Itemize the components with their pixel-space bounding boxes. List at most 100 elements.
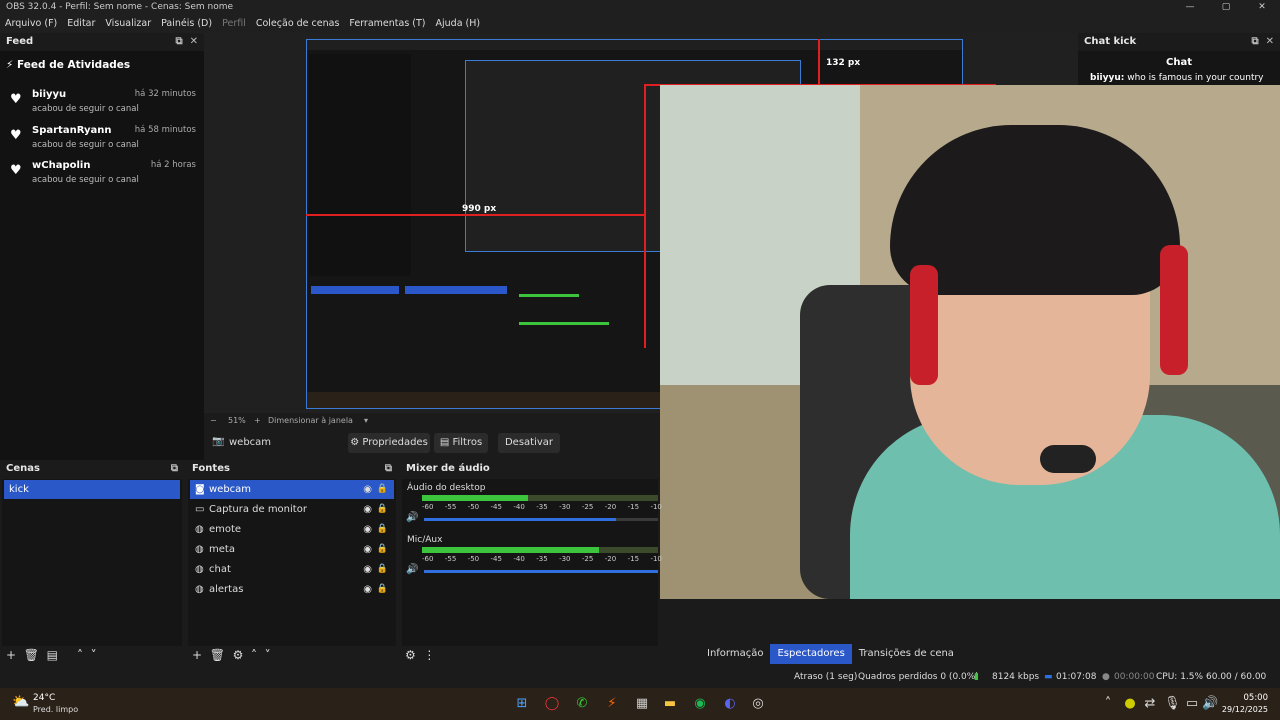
properties-button[interactable]: ⚙ Propriedades (348, 433, 430, 453)
chat-text: who is famous in your country (1127, 73, 1264, 83)
settings-icon[interactable]: ⚙ (405, 648, 416, 662)
maximize-button[interactable]: ▢ (1208, 0, 1244, 15)
close-button[interactable]: ✕ (1244, 0, 1280, 15)
tray-icon[interactable]: ● (1122, 696, 1138, 712)
start-icon[interactable]: ⊞ (514, 696, 530, 712)
menu-help[interactable]: Ajuda (H) (431, 15, 486, 33)
add-icon[interactable]: + (6, 648, 16, 662)
filter-icon[interactable]: ▤ (47, 648, 58, 662)
scenes-toolbar: + 🗑 ▤ ˄ ˅ (6, 648, 97, 664)
menu-view[interactable]: Visualizar (100, 15, 156, 33)
chevron-down-icon[interactable]: ˅ (265, 648, 271, 662)
meter-tick-label: -40 (513, 503, 525, 511)
lock-icon[interactable]: 🔒 (377, 480, 388, 499)
volume-slider[interactable] (424, 518, 658, 521)
speaker-icon[interactable]: 🔊 (406, 564, 418, 575)
speaker-icon[interactable]: 🔊 (406, 512, 418, 523)
lock-icon[interactable]: 🔒 (377, 580, 388, 599)
menu-scene-collection[interactable]: Coleção de cenas (251, 15, 345, 33)
gear-icon[interactable]: ⚙ (233, 648, 244, 662)
source-item-emote[interactable]: ◍ emote ◉ 🔒 (190, 520, 394, 539)
undock-icon[interactable]: ⧉ (176, 36, 183, 47)
lock-icon[interactable]: 🔒 (377, 560, 388, 579)
guide-line-vertical (818, 39, 820, 85)
source-item-monitor[interactable]: ▭ Captura de monitor ◉ 🔒 (190, 500, 394, 519)
clock-time[interactable]: 05:00 (1228, 693, 1269, 703)
menu-profile[interactable]: Perfil (217, 15, 251, 33)
scene-item[interactable]: kick (4, 480, 180, 499)
trash-icon[interactable]: 🗑 (210, 648, 225, 662)
menu-edit[interactable]: Editar (62, 15, 100, 33)
chevron-up-icon[interactable]: ˄ (251, 648, 257, 662)
eye-icon[interactable]: ◉ (363, 560, 372, 579)
whatsapp-icon[interactable]: ✆ (574, 696, 590, 712)
source-item-chat[interactable]: ◍ chat ◉ 🔒 (190, 560, 394, 579)
meter-tick-label: -30 (559, 503, 571, 511)
menu-tools[interactable]: Ferramentas (T) (344, 15, 430, 33)
filters-button[interactable]: ▤ Filtros (434, 433, 488, 453)
chevron-down-icon[interactable]: ▾ (364, 413, 368, 429)
stream-icon: ▬ (1044, 672, 1053, 682)
menu-dots-icon[interactable]: ⋮ (423, 648, 435, 662)
eye-icon[interactable]: ◉ (363, 480, 372, 499)
undock-icon[interactable]: ⧉ (385, 460, 392, 478)
spotify-icon[interactable]: ◉ (692, 696, 708, 712)
lock-icon[interactable]: 🔒 (377, 500, 388, 519)
undock-icon[interactable]: ⧉ (171, 460, 178, 478)
lock-icon[interactable]: 🔒 (377, 520, 388, 539)
source-item-webcam[interactable]: ◙ webcam ◉ 🔒 (190, 480, 394, 499)
menu-docks[interactable]: Painéis (D) (156, 15, 217, 33)
app-icon[interactable]: ▦ (634, 696, 650, 712)
zoom-value: 51% (228, 416, 246, 425)
close-icon[interactable]: ✕ (1266, 36, 1274, 47)
close-icon[interactable]: ✕ (190, 36, 198, 47)
obs-icon[interactable]: ◎ (750, 696, 766, 712)
lock-icon[interactable]: 🔒 (377, 540, 388, 559)
tab-scene-transitions[interactable]: Transições de cena (852, 644, 961, 664)
eye-icon[interactable]: ◉ (363, 580, 372, 599)
source-item-alertas[interactable]: ◍ alertas ◉ 🔒 (190, 580, 394, 599)
zoom-in-button[interactable]: + (254, 413, 261, 429)
volume-slider[interactable] (424, 570, 658, 573)
network-icon[interactable]: ▭ (1184, 696, 1200, 712)
deactivate-button[interactable]: Desativar (498, 433, 560, 453)
feed-item-name: biiyyu (32, 89, 67, 100)
feed-item-action: acabou de seguir o canal (32, 175, 139, 185)
tray-icon[interactable]: ⇄ (1142, 696, 1158, 712)
status-bar: Atraso (1 seg) Quadros perdidos 0 (0.0%)… (0, 666, 1280, 704)
zoom-out-button[interactable]: − (210, 413, 217, 429)
weather-temp: 24°C (33, 693, 56, 703)
chevron-down-icon[interactable]: ˅ (91, 648, 97, 662)
selected-source-label: webcam (229, 437, 272, 448)
tab-viewers[interactable]: Espectadores (770, 644, 852, 664)
add-icon[interactable]: + (192, 648, 202, 662)
minimize-button[interactable]: — (1172, 0, 1208, 15)
menu-file[interactable]: Arquivo (F) (0, 15, 62, 33)
status-record-time: 00:00:00 (1114, 672, 1155, 682)
discord-icon[interactable]: ◐ (722, 696, 738, 712)
chevron-up-icon[interactable]: ˄ (1100, 696, 1116, 712)
opera-icon[interactable]: ◯ (544, 696, 560, 712)
feed-item-time: há 2 horas (150, 160, 196, 170)
zoom-mode-select[interactable]: Dimensionar à janela (268, 413, 353, 429)
clock-date[interactable]: 29/12/2025 (1214, 705, 1268, 714)
trash-icon[interactable]: 🗑 (24, 648, 39, 662)
meter-tick-label: -35 (536, 503, 548, 511)
folder-icon[interactable]: ▬ (662, 696, 678, 712)
chevron-up-icon[interactable]: ˄ (77, 648, 83, 662)
nested-mixer (513, 278, 653, 378)
eye-icon[interactable]: ◉ (363, 540, 372, 559)
mic-icon[interactable]: 🎙 (1164, 696, 1181, 712)
feed-dock: Feed ⧉ ✕ ⚡ Feed de Atividades ♥ biiyyu h… (0, 33, 204, 460)
app-icon[interactable]: ⚡ (604, 696, 620, 712)
eye-icon[interactable]: ◉ (363, 520, 372, 539)
undock-icon[interactable]: ⧉ (1252, 36, 1259, 47)
eye-icon[interactable]: ◉ (363, 500, 372, 519)
globe-icon: ◍ (195, 524, 204, 535)
status-delay: Atraso (1 seg) (794, 672, 858, 682)
scenes-header: Cenas ⧉ (0, 460, 184, 478)
tab-info[interactable]: Informação (700, 644, 770, 664)
weather-icon[interactable]: ⛅ (12, 694, 29, 710)
source-item-meta[interactable]: ◍ meta ◉ 🔒 (190, 540, 394, 559)
mixer-body: Áudio do desktop -60 -55 -50 -45 -40 -35 -30 -2… (402, 479, 662, 646)
